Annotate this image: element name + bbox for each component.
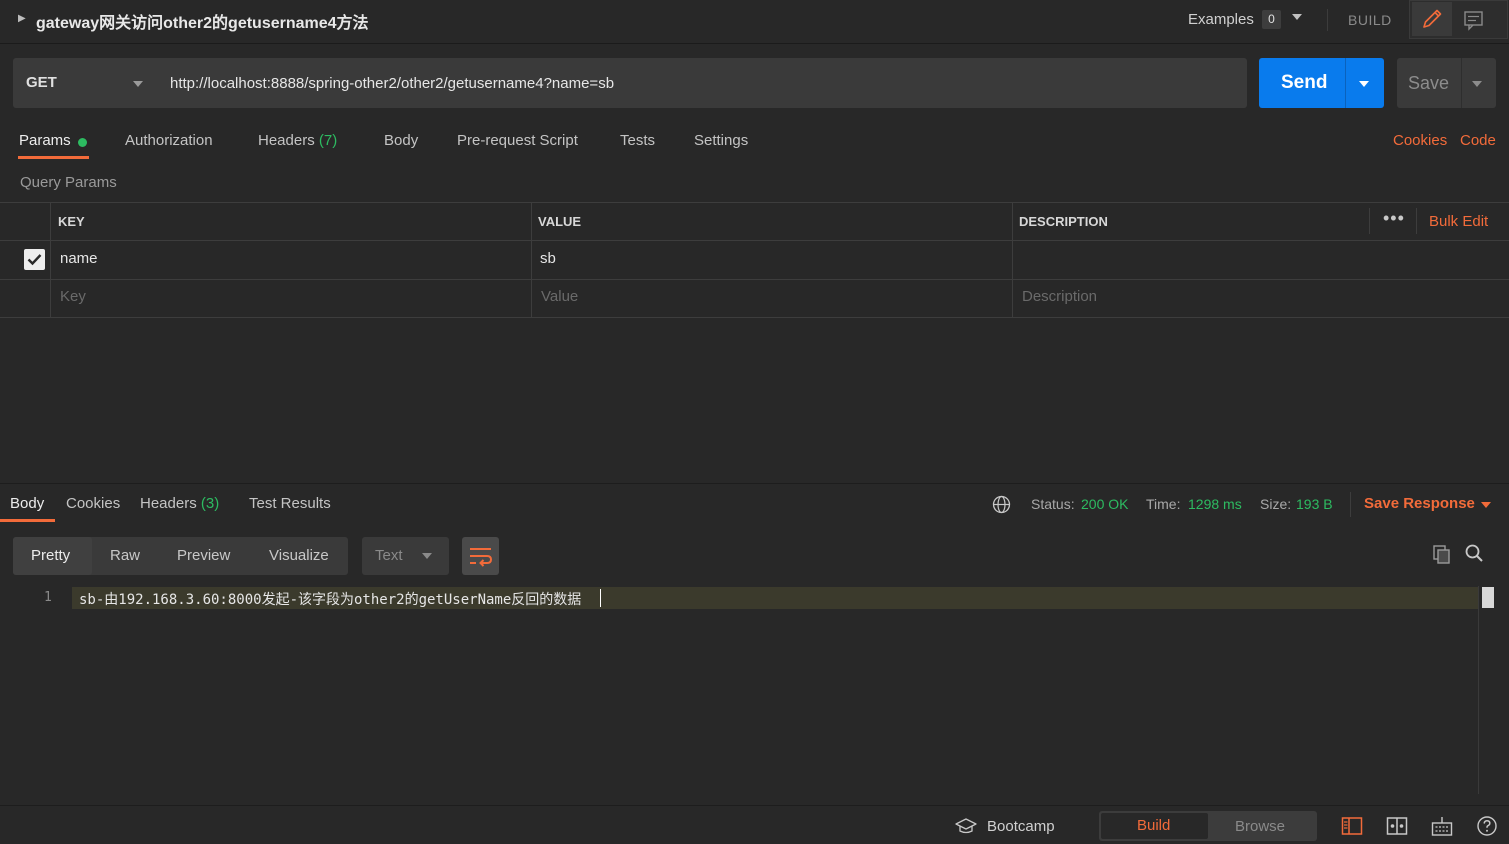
param-enabled-checkbox[interactable] — [24, 249, 45, 270]
param-key-cell[interactable]: name — [60, 250, 98, 267]
response-headers-count: (3) — [200, 495, 220, 512]
divider — [1345, 58, 1346, 108]
table-border — [0, 240, 1509, 241]
column-header-value: VALUE — [538, 214, 582, 229]
response-tab-body[interactable]: Body — [10, 495, 44, 512]
send-options-icon[interactable] — [1359, 81, 1369, 87]
tab-tests[interactable]: Tests — [620, 132, 655, 149]
save-options-icon[interactable] — [1472, 81, 1482, 87]
build-toggle-option[interactable]: Build — [1137, 817, 1170, 834]
globe-icon[interactable] — [991, 494, 1012, 515]
table-border — [1012, 202, 1013, 318]
browse-toggle-option[interactable]: Browse — [1235, 818, 1285, 835]
tab-body[interactable]: Body — [384, 132, 418, 149]
copy-icon[interactable] — [1431, 543, 1453, 565]
bulk-edit-link[interactable]: Bulk Edit — [1429, 213, 1488, 230]
params-indicator-dot — [78, 138, 87, 147]
save-label: Save — [1408, 73, 1450, 93]
edit-button[interactable] — [1412, 2, 1452, 36]
response-tab-cookies[interactable]: Cookies — [66, 495, 120, 512]
format-visualize[interactable]: Visualize — [269, 547, 329, 564]
tab-settings[interactable]: Settings — [694, 132, 748, 149]
line-number: 1 — [44, 590, 52, 605]
status-value: 200 OK — [1081, 496, 1129, 512]
sidebar-layout-icon[interactable] — [1340, 815, 1364, 837]
status-label: Status: — [1031, 496, 1075, 512]
response-body-text[interactable]: sb-由192.168.3.60:8000发起-该字段为other2的getUs… — [79, 589, 581, 609]
table-border — [0, 202, 1509, 203]
divider — [1369, 208, 1370, 234]
param-description-cell[interactable] — [1021, 250, 1361, 270]
examples-dropdown[interactable]: Examples — [1188, 11, 1254, 28]
tab-params[interactable]: Params — [19, 132, 71, 149]
param-value-cell[interactable]: sb — [540, 250, 556, 267]
text-cursor — [600, 589, 601, 607]
chevron-down-icon — [133, 81, 143, 87]
cookies-link[interactable]: Cookies — [1393, 132, 1447, 149]
format-pretty[interactable]: Pretty — [31, 547, 70, 564]
method-label: GET — [26, 74, 57, 91]
query-params-title: Query Params — [20, 174, 117, 191]
tab-headers[interactable]: Headers (7) — [258, 132, 337, 149]
new-value-input[interactable]: Value — [541, 288, 578, 305]
response-tab-test-results[interactable]: Test Results — [249, 495, 331, 512]
table-border — [50, 202, 51, 318]
new-description-input[interactable]: Description — [1022, 288, 1097, 305]
time-label: Time: — [1146, 496, 1181, 512]
active-tab-underline — [18, 156, 89, 159]
code-link[interactable]: Code — [1460, 132, 1496, 149]
divider — [1461, 58, 1462, 108]
chevron-down-icon[interactable] — [1481, 502, 1491, 508]
comments-button[interactable] — [1458, 6, 1490, 34]
new-key-input[interactable]: Key — [60, 288, 86, 305]
chevron-down-icon[interactable] — [1292, 14, 1302, 20]
divider — [1350, 492, 1351, 517]
pane-divider[interactable] — [0, 483, 1509, 484]
active-tab-underline — [0, 519, 55, 522]
help-icon[interactable] — [1475, 814, 1499, 838]
expand-caret-icon[interactable]: ▶ — [18, 13, 26, 24]
scrollbar-track[interactable] — [1478, 586, 1479, 794]
response-tab-headers[interactable]: Headers (3) — [140, 495, 219, 512]
table-border — [0, 279, 1509, 280]
headers-count: (7) — [318, 132, 338, 149]
format-preview[interactable]: Preview — [177, 547, 230, 564]
table-border — [531, 202, 532, 318]
tab-prerequest-script[interactable]: Pre-request Script — [457, 132, 578, 149]
bootcamp-link[interactable]: Bootcamp — [987, 818, 1055, 835]
divider — [1416, 208, 1417, 234]
more-options-icon[interactable]: ••• — [1383, 208, 1405, 229]
size-value: 193 B — [1296, 496, 1333, 512]
keyboard-shortcuts-icon[interactable] — [1430, 814, 1454, 838]
examples-count-badge: 0 — [1262, 10, 1281, 29]
size-label: Size: — [1260, 496, 1292, 512]
response-headers-label: Headers — [140, 495, 197, 512]
column-header-description: DESCRIPTION — [1019, 214, 1108, 229]
build-mode-label: BUILD — [1348, 12, 1392, 28]
scrollbar-thumb[interactable] — [1482, 587, 1494, 608]
tab-headers-label: Headers — [258, 132, 315, 149]
format-raw[interactable]: Raw — [110, 547, 140, 564]
search-icon[interactable] — [1463, 542, 1485, 564]
pencil-icon — [1423, 9, 1442, 28]
divider — [1327, 9, 1328, 31]
graduation-cap-icon[interactable] — [954, 816, 978, 836]
table-border — [0, 317, 1509, 318]
send-label: Send — [1281, 72, 1328, 93]
two-pane-view-icon[interactable] — [1385, 815, 1409, 837]
wrap-lines-button[interactable] — [462, 537, 499, 575]
url-input[interactable] — [158, 58, 1247, 108]
time-value: 1298 ms — [1188, 496, 1242, 512]
request-title[interactable]: gateway网关访问other2的getusername4方法 — [36, 9, 369, 33]
save-response-button[interactable]: Save Response — [1364, 495, 1475, 512]
checkmark-icon — [27, 254, 42, 266]
chevron-down-icon — [422, 553, 432, 559]
column-header-key: KEY — [58, 214, 85, 229]
wrap-lines-icon — [470, 548, 493, 567]
tab-authorization[interactable]: Authorization — [125, 132, 213, 149]
body-type-label: Text — [375, 547, 403, 564]
comment-icon — [1464, 11, 1483, 31]
